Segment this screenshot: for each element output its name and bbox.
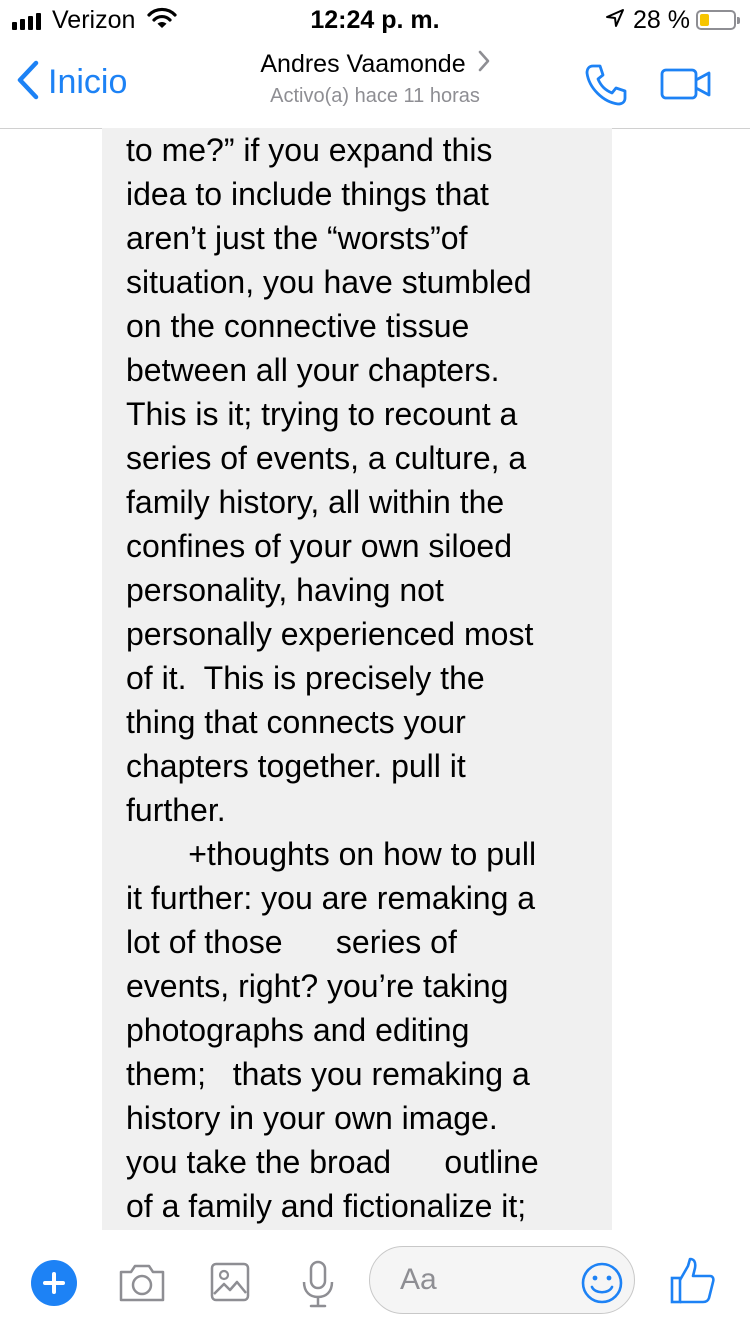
presence-status: Activo(a) hace 11 horas bbox=[270, 85, 480, 107]
message-line: it further: you are remaking a bbox=[126, 880, 536, 916]
conversation-title[interactable]: Andres Vaamonde Activo(a) hace 11 horas bbox=[0, 48, 750, 110]
chevron-right-icon bbox=[478, 48, 490, 80]
status-right: 28 % bbox=[605, 6, 740, 34]
message-line: thing that connects your bbox=[126, 704, 466, 740]
message-line: aren’t just the “worsts”of bbox=[126, 220, 468, 256]
location-arrow-icon bbox=[605, 8, 625, 33]
message-line: to me?” if you expand this bbox=[126, 132, 493, 168]
microphone-icon[interactable] bbox=[298, 1260, 338, 1313]
message-line: +thoughts on how to pull bbox=[126, 836, 537, 872]
message-line: of it. This is precisely the bbox=[126, 660, 485, 696]
message-line: This is it; trying to recount a bbox=[126, 396, 518, 432]
message-line: history in your own image. bbox=[126, 1100, 498, 1136]
conversation-header: Inicio Andres Vaamonde Activo(a) hace 11… bbox=[0, 40, 750, 129]
image-gallery-icon[interactable] bbox=[210, 1262, 250, 1307]
message-line: personally experienced most bbox=[126, 616, 534, 652]
message-input[interactable]: Aa bbox=[369, 1246, 635, 1314]
message-line: of a family and fictionalize it; bbox=[126, 1188, 527, 1224]
add-more-button[interactable] bbox=[31, 1260, 77, 1306]
message-line: family history, all within the bbox=[126, 484, 505, 520]
thumbs-up-button[interactable] bbox=[668, 1256, 718, 1311]
contact-name: Andres Vaamonde bbox=[260, 50, 466, 78]
status-bar: Verizon 12:24 p. m. 28 % bbox=[0, 0, 750, 40]
message-input-placeholder: Aa bbox=[400, 1263, 437, 1296]
battery-percent: 28 % bbox=[633, 6, 690, 34]
message-line: idea to include things that bbox=[126, 176, 489, 212]
emoji-icon[interactable] bbox=[580, 1261, 624, 1310]
message-line: between all your chapters. bbox=[126, 352, 500, 388]
phone-call-button[interactable] bbox=[583, 62, 629, 113]
composer-bar: Aa bbox=[0, 1240, 750, 1334]
message-line: them; thats you remaking a bbox=[126, 1056, 530, 1092]
camera-icon[interactable] bbox=[117, 1260, 167, 1309]
message-text: to me?” if you expand this idea to includ… bbox=[126, 128, 606, 1228]
message-line: personality, having not bbox=[126, 572, 444, 608]
message-line: series of events, a culture, a bbox=[126, 440, 527, 476]
phone-icon bbox=[583, 64, 629, 112]
message-line: on the connective tissue bbox=[126, 308, 470, 344]
message-line: further. bbox=[126, 792, 226, 828]
message-line: situation, you have stumbled bbox=[126, 264, 532, 300]
message-line: events, right? you’re taking bbox=[126, 968, 509, 1004]
message-line: confines of your own siloed bbox=[126, 528, 512, 564]
video-call-button[interactable] bbox=[660, 68, 712, 105]
message-bubble[interactable]: to me?” if you expand this idea to includ… bbox=[102, 128, 612, 1230]
message-line: you take the broad outline bbox=[126, 1144, 539, 1180]
message-line: chapters together. pull it bbox=[126, 748, 466, 784]
video-camera-icon bbox=[660, 68, 712, 104]
message-line: lot of those series of bbox=[126, 924, 457, 960]
battery-icon bbox=[696, 10, 740, 30]
message-line: photographs and editing bbox=[126, 1012, 470, 1048]
